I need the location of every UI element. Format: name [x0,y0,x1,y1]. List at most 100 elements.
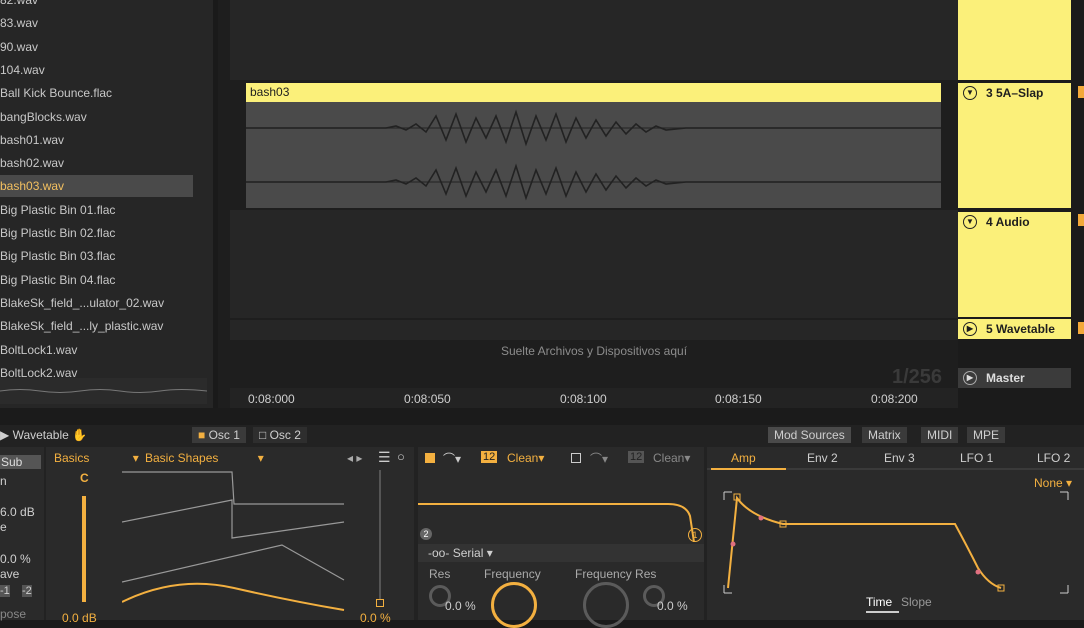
filter2-slope[interactable]: 12 [628,451,645,463]
file-item[interactable]: Big Plastic Bin 04.flac [0,269,193,291]
filter2-type[interactable]: Clean▾ [653,451,690,465]
mod-tab-amp[interactable]: Amp [731,451,756,465]
file-item[interactable]: bangBlocks.wav [0,106,193,128]
param-label: pose [0,607,27,621]
param-label: e [0,520,7,534]
device-title[interactable]: ▶ Wavetable ✋ [0,428,87,442]
file-item[interactable]: 90.wav [0,36,193,58]
fold-icon[interactable]: ▼ [963,215,977,229]
file-item[interactable]: Big Plastic Bin 02.flac [0,222,193,244]
active-underline [866,611,899,613]
tab-matrix[interactable]: Matrix [862,427,907,443]
sub-toggle[interactable]: Sub [0,455,41,469]
ruler-label: 0:08:200 [871,392,918,406]
mod-tab-env3[interactable]: Env 3 [884,451,915,465]
wavetable-category[interactable]: Basics ▾ [54,451,139,465]
filter2-toggle[interactable] [571,453,581,463]
filter1-type[interactable]: Clean▾ [507,451,544,465]
hand-icon: ✋ [72,428,88,442]
file-item[interactable]: Big Plastic Bin 03.flac [0,245,193,267]
routing-select[interactable]: -oo- Serial ▾ [428,546,493,560]
filter-shape-icon[interactable]: ⌒▾ [590,450,608,467]
track-activator[interactable] [1078,214,1084,226]
file-item[interactable]: BoltLock1.wav [0,339,193,361]
wavetable-display[interactable] [122,470,346,620]
filter1-toggle[interactable] [425,453,435,463]
osc-gain-value[interactable]: 0.0 dB [62,611,97,625]
envelope-display[interactable] [720,488,1075,598]
prev-next-arrows[interactable]: ◂ ▸ [347,451,362,465]
track-lane[interactable] [230,320,958,340]
param-label: ave [0,567,20,581]
filter1-slope[interactable]: 12 [481,451,498,463]
tab-midi[interactable]: MIDI [921,427,959,443]
res-value[interactable]: 0.0 % [445,599,476,613]
master-track-header[interactable]: ▶ Master [958,368,1071,388]
param-value[interactable]: 0.0 % [0,552,31,566]
tab-osc-2[interactable]: □ Osc 2 [253,427,307,443]
file-item[interactable]: bash03.wav [0,175,193,198]
tab-osc-1[interactable]: ■ Osc 1 [192,427,246,443]
track-header-3[interactable]: ▼ 3 5A–Slap [958,83,1071,208]
ruler-label: 0:08:100 [560,392,607,406]
list-icon[interactable]: ☰ [378,449,391,466]
track-activator[interactable] [1078,322,1084,334]
time-view-toggle[interactable]: Time [866,595,892,609]
track-activator[interactable] [1078,86,1084,98]
clip-name: bash03 [250,85,290,99]
position-slider[interactable] [379,470,381,600]
track-header-4[interactable]: ▼ 4 Audio [958,212,1071,317]
frequency-knob-2[interactable] [583,582,629,628]
clip-waveform[interactable] [246,102,941,208]
frequency-knob[interactable] [491,582,537,628]
file-item[interactable]: BlakeSk_field_...ulator_02.wav [0,292,193,314]
file-item[interactable]: BlakeSk_field_...ly_plastic.wav [0,315,193,337]
file-item[interactable]: 82.wav [0,0,193,11]
filter-badge[interactable]: 1 [688,528,702,542]
slope-view-toggle[interactable]: Slope [901,595,932,609]
param-label: n [0,474,7,488]
mod-tab-lfo1[interactable]: LFO 1 [960,451,993,465]
pitch-note[interactable]: C [80,471,89,485]
ruler-label: 0:08:000 [248,392,295,406]
mod-tab-env2[interactable]: Env 2 [807,451,838,465]
fold-icon[interactable]: ▶ [963,371,977,385]
tab-mpe[interactable]: MPE [967,427,1006,443]
preview-waveform[interactable] [0,378,208,404]
clip-header[interactable]: bash03 [246,83,941,102]
file-item[interactable]: Ball Kick Bounce.flac [0,82,193,104]
file-item[interactable]: bash01.wav [0,129,193,151]
track-lane[interactable] [230,0,958,80]
track-header[interactable] [958,0,1071,80]
file-item[interactable]: 104.wav [0,59,193,81]
octave-button[interactable]: -1 [0,585,10,597]
file-item[interactable]: Big Plastic Bin 01.flac [0,199,193,221]
file-browser: 82.wav 83.wav 90.wav 104.wav Ball Kick Bounc… [0,0,213,408]
filter-type-label: Clean [507,451,539,465]
res-label: Res [429,567,451,581]
file-item[interactable]: bash02.wav [0,152,193,174]
track-name: 5 Wavetable [986,322,1055,336]
fold-icon[interactable]: ▶ [963,322,977,336]
track-header-5[interactable]: ▶ 5 Wavetable [958,319,1071,339]
fold-icon[interactable]: ▼ [963,86,977,100]
tab-label: Osc 2 [269,428,301,442]
filter-shape-icon[interactable]: ⌒▾ [443,450,461,467]
octave-button[interactable]: -2 [22,585,32,597]
param-value[interactable]: 6.0 dB [0,505,35,519]
osc-pos-value[interactable]: 0.0 % [360,611,391,625]
res-value-2[interactable]: 0.0 % [657,599,688,613]
slider-handle[interactable] [376,599,384,607]
gain-slider[interactable] [82,496,86,602]
wavetable-select[interactable]: Basic Shapes ▾ [145,451,264,465]
track-lane[interactable] [230,210,958,318]
filter-badge[interactable]: 2 [420,528,432,540]
file-item[interactable]: 83.wav [0,12,193,34]
circle-icon[interactable]: ○ [397,449,405,464]
filter-response-display[interactable] [418,470,704,542]
mod-tab-lfo2[interactable]: LFO 2 [1037,451,1070,465]
freq-label: Frequency [484,567,541,581]
tab-mod-sources[interactable]: Mod Sources [768,427,851,443]
ruler-label: 0:08:050 [404,392,451,406]
drop-zone-text[interactable]: Suelte Archivos y Dispositivos aquí [230,344,958,358]
